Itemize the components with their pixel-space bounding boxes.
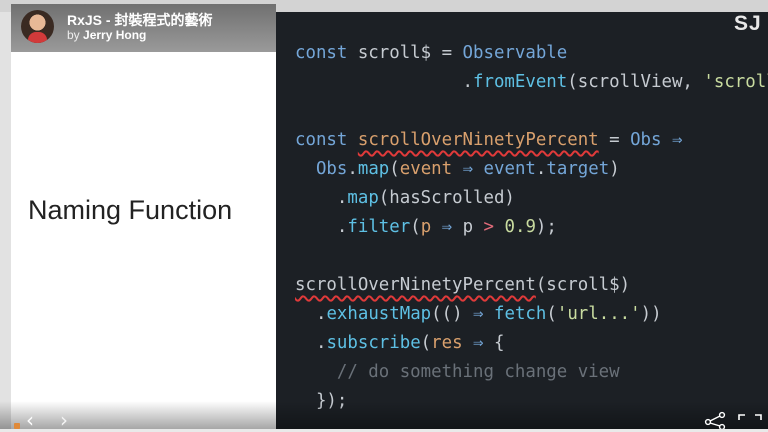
slide-left-panel: Naming Function xyxy=(11,12,276,429)
code-line: .map(hasScrolled) xyxy=(336,188,515,208)
code-line: const scrollOverNinetyPercent = Obs ⇒ xyxy=(295,130,683,150)
author-name[interactable]: Jerry Hong xyxy=(83,28,146,42)
code-line: Obs.map(event ⇒ event.target) xyxy=(315,159,620,179)
code-line: .exhaustMap(() ⇒ fetch('url...')) xyxy=(315,304,662,324)
share-icon[interactable] xyxy=(704,411,726,429)
previous-slide-button[interactable]: ‹ xyxy=(26,408,34,432)
code-line: .fromEvent(scrollView, 'scroll') xyxy=(462,72,768,92)
presentation-header: RxJS - 封裝程式的藝術 by Jerry Hong xyxy=(11,4,276,52)
author-line: by Jerry Hong xyxy=(67,28,146,42)
code-block: const scroll$ = Observable .fromEvent(sc… xyxy=(295,39,768,416)
player-controls-bar xyxy=(0,401,768,429)
fullscreen-icon[interactable] xyxy=(738,413,762,429)
code-line: .filter(p ⇒ p > 0.9); xyxy=(336,217,557,237)
function-call-highlight: scrollOverNinetyPercent xyxy=(295,275,536,295)
slide-title: Naming Function xyxy=(28,195,233,225)
progress-indicator xyxy=(14,423,20,429)
code-panel: const scroll$ = Observable .fromEvent(sc… xyxy=(276,12,768,429)
author-avatar[interactable] xyxy=(21,10,54,43)
by-prefix: by xyxy=(67,28,80,42)
function-name-highlight: scrollOverNinetyPercent xyxy=(357,130,599,150)
brand-logo: SJ xyxy=(734,12,762,35)
left-margin xyxy=(0,12,11,429)
code-line: scrollOverNinetyPercent(scroll$) xyxy=(295,275,631,295)
code-line: // do something change view xyxy=(336,362,620,382)
presentation-title[interactable]: RxJS - 封裝程式的藝術 xyxy=(67,10,212,30)
avatar-shirt xyxy=(28,32,47,43)
code-line: .subscribe(res ⇒ { xyxy=(315,333,505,353)
next-slide-button[interactable]: › xyxy=(60,408,68,432)
code-line: const scroll$ = Observable xyxy=(295,43,568,63)
